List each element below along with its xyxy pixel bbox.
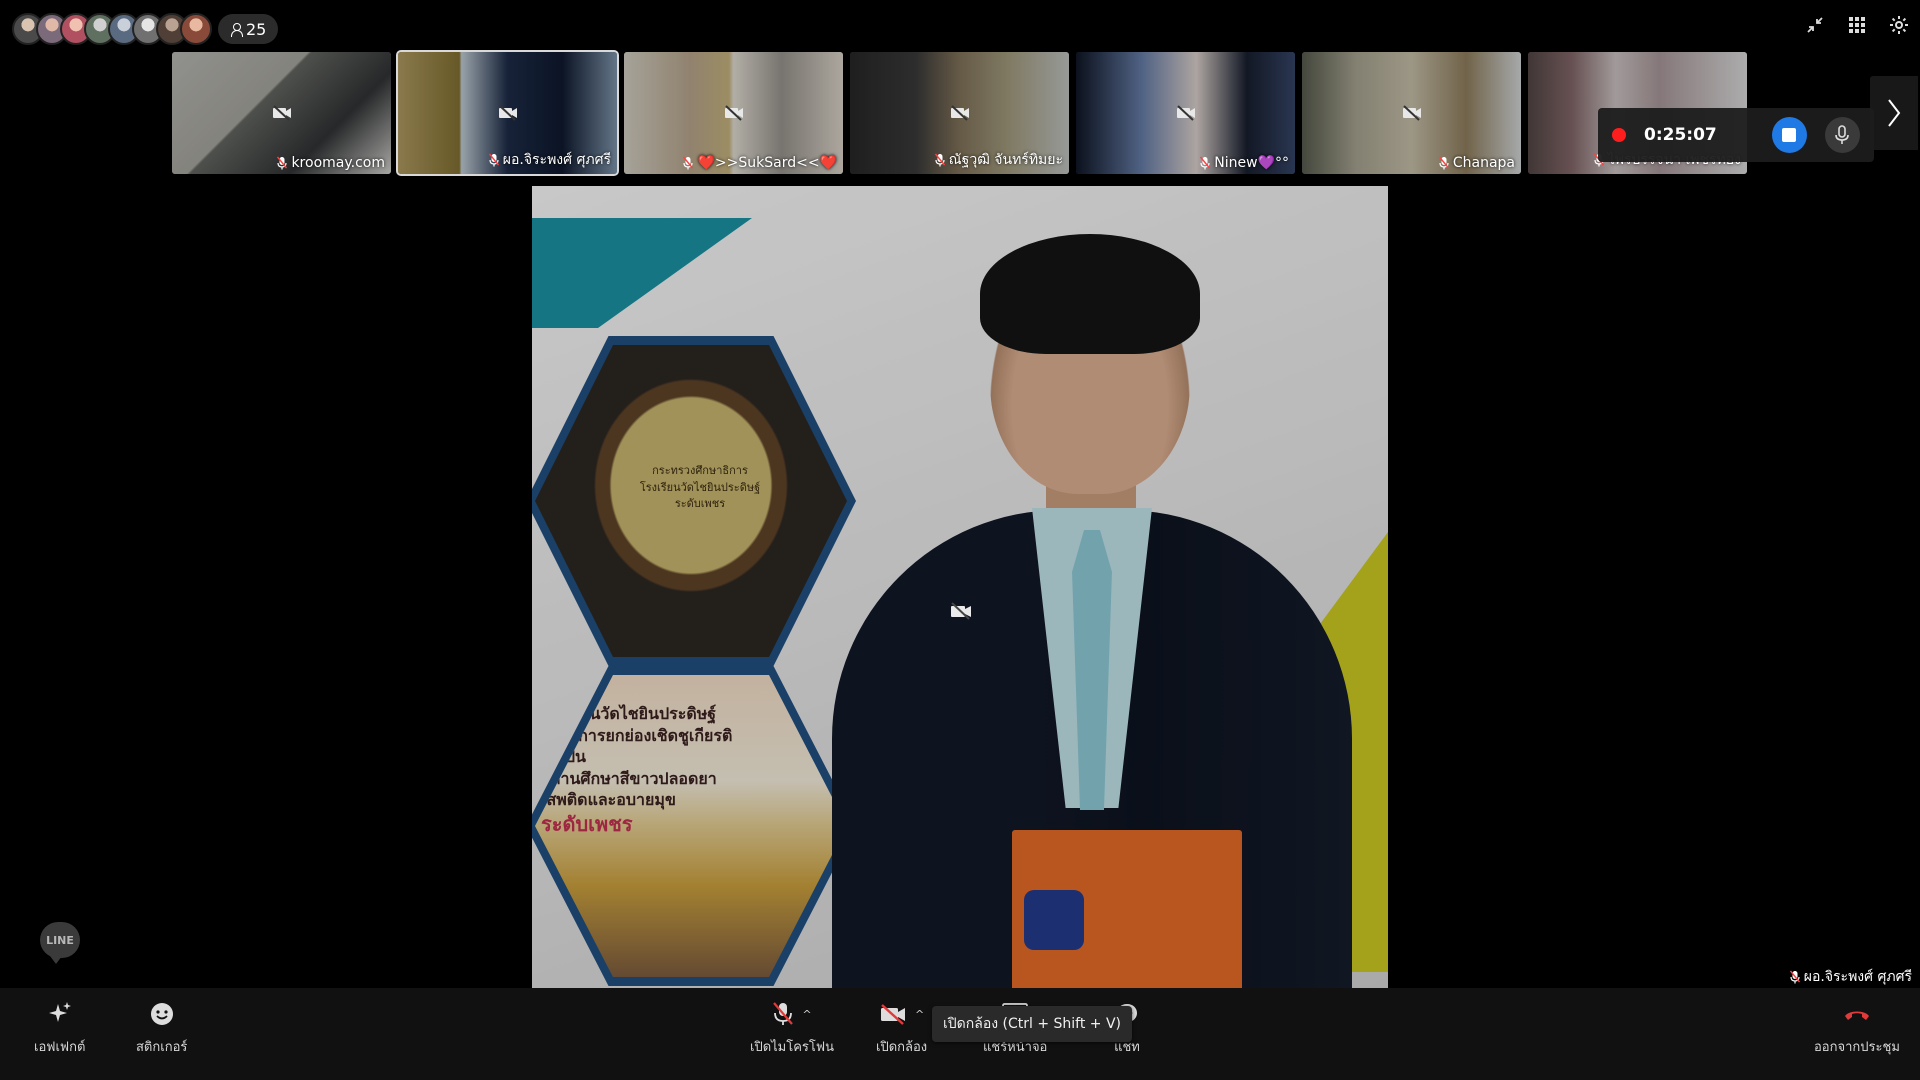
camera-off-icon <box>951 602 971 620</box>
leave-meeting-button[interactable]: ออกจากประชุม <box>1814 998 1900 1057</box>
chevron-right-icon <box>1888 99 1901 127</box>
participant-name-tag: ผอ.จิระพงศ์ ศุภศรี <box>488 149 611 171</box>
person-icon <box>230 22 243 37</box>
stickers-button[interactable]: สติกเกอร์ <box>136 998 187 1057</box>
participant-name: kroomay.com <box>291 155 385 171</box>
participant-name: ❤️>>SukSard<<❤️ <box>697 155 837 171</box>
mic-muted-icon <box>1789 970 1800 984</box>
participant-tile[interactable]: Ninew💜°° <box>1076 52 1295 174</box>
participant-name-tag: Ninew💜°° <box>1200 155 1289 171</box>
camera-off-icon <box>1176 105 1195 121</box>
chevron-up-icon[interactable]: ^ <box>915 1008 924 1021</box>
participant-tile[interactable]: kroomay.com <box>172 52 391 174</box>
participant-tile[interactable]: ผอ.จิระพงศ์ ศุภศรี <box>396 50 619 176</box>
participant-strip: kroomay.com ผอ.จิระพงศ์ ศุภศรี ❤️>>SukSa… <box>172 50 1747 176</box>
camera-off-icon <box>272 105 291 121</box>
stop-recording-button[interactable] <box>1771 117 1807 153</box>
participant-count: 25 <box>246 19 267 39</box>
camera-off-icon <box>880 1004 905 1025</box>
participant-tile[interactable]: ณัฐวุฒิ จันทร์ทิมยะ <box>850 52 1069 174</box>
hang-up-icon <box>1844 1011 1869 1020</box>
participant-tile[interactable]: Chanapa <box>1302 52 1521 174</box>
stop-icon <box>1782 128 1797 142</box>
participant-name: ผอ.จิระพงศ์ ศุภศรี <box>502 152 611 168</box>
active-speaker-name: ผอ.จิระพงศ์ ศุภศรี <box>1789 966 1912 988</box>
camera-off-icon <box>498 105 517 121</box>
recording-mic-button[interactable] <box>1824 117 1860 153</box>
participant-name: ณัฐวุฒิ จันทร์ทิมยะ <box>948 152 1063 168</box>
chevron-up-icon[interactable]: ^ <box>802 1008 811 1021</box>
mic-muted-icon <box>683 156 694 170</box>
recording-dot-icon <box>1612 128 1626 142</box>
gear-icon[interactable] <box>1888 14 1910 36</box>
grid-view-icon[interactable] <box>1846 14 1868 36</box>
recording-time: 0:25:07 <box>1644 125 1717 145</box>
camera-tooltip: เปิดกล้อง (Ctrl + Shift + V) <box>932 1006 1133 1042</box>
participant-avatar[interactable] <box>180 13 212 45</box>
participant-name-tag: Chanapa <box>1438 155 1515 171</box>
participant-name-tag: kroomay.com <box>277 155 385 171</box>
participant-avatars[interactable]: 25 <box>12 12 279 46</box>
main-video[interactable]: กระทรวงศึกษาธิการ โรงเรียนวัดไชยินประดิษ… <box>532 186 1388 988</box>
participant-tile[interactable]: ❤️>>SukSard<<❤️ <box>624 52 843 174</box>
microphone-icon <box>1835 125 1850 144</box>
mic-muted-icon <box>773 1002 794 1025</box>
camera-off-icon <box>724 105 743 121</box>
participant-name-tag: ❤️>>SukSard<<❤️ <box>683 155 837 171</box>
minimize-icon[interactable] <box>1804 14 1826 36</box>
top-right-controls <box>1804 14 1910 36</box>
mic-muted-icon <box>277 156 288 170</box>
participant-count-button[interactable]: 25 <box>218 14 279 44</box>
mic-muted-icon <box>1200 156 1211 170</box>
camera-off-icon <box>950 105 969 121</box>
effects-button[interactable]: เอฟเฟกต์ <box>34 998 85 1057</box>
participant-name: Chanapa <box>1452 155 1515 171</box>
mic-muted-icon <box>1438 156 1449 170</box>
line-logo[interactable]: LINE <box>40 922 80 964</box>
participant-name-tag: ณัฐวุฒิ จันทร์ทิมยะ <box>934 149 1063 171</box>
mic-muted-icon <box>488 153 499 167</box>
sparkle-icon <box>48 1002 71 1022</box>
strip-next-button[interactable] <box>1870 76 1918 150</box>
mic-button[interactable]: ^ เปิดไมโครโฟน <box>750 998 834 1057</box>
camera-button[interactable]: ^ เปิดกล้อง <box>876 998 927 1057</box>
mic-muted-icon <box>934 153 945 167</box>
participant-name: Ninew💜°° <box>1214 155 1289 171</box>
recording-bar: 0:25:07 <box>1598 108 1874 162</box>
smiley-icon <box>150 1003 173 1025</box>
camera-off-icon <box>1402 105 1421 121</box>
